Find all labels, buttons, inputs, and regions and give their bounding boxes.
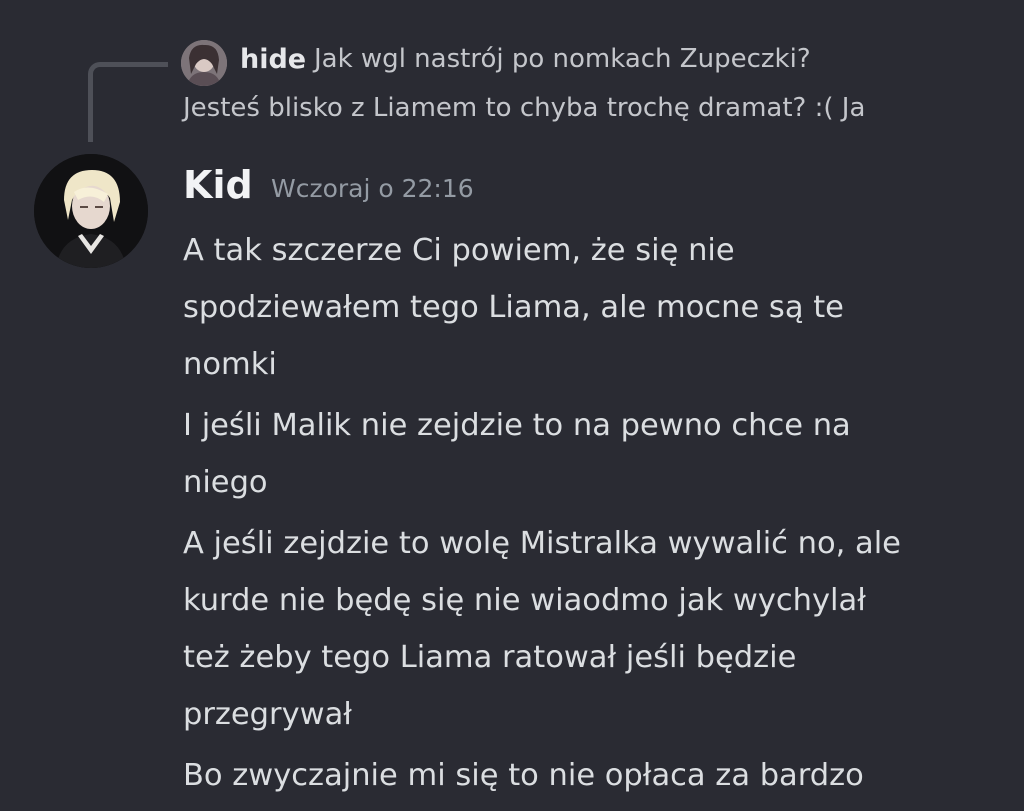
message-author-name[interactable]: Kid <box>183 163 253 207</box>
message-group: A tak szczerze Ci powiem, że się nie spo… <box>183 222 1003 808</box>
reply-avatar[interactable] <box>181 40 227 86</box>
reply-connector-line <box>88 62 168 142</box>
message-line[interactable]: Bo zwyczajnie mi się to nie opłaca za ba… <box>183 747 1003 804</box>
message-line[interactable]: A tak szczerze Ci powiem, że się nie spo… <box>183 222 1003 393</box>
author-avatar[interactable] <box>34 154 148 268</box>
message-timestamp[interactable]: Wczoraj o 22:16 <box>271 174 474 203</box>
user-avatar-icon <box>34 154 148 268</box>
reply-author-name[interactable]: hide <box>240 44 306 75</box>
reply-preview-text-continued[interactable]: Jesteś blisko z Liamem to chyba trochę d… <box>183 93 865 123</box>
reply-preview-text[interactable]: Jak wgl nastrój po nomkach Zupeczki? <box>314 44 811 74</box>
message-line[interactable]: I jeśli Malik nie zejdzie to na pewno ch… <box>183 397 1003 511</box>
user-avatar-icon <box>181 40 227 86</box>
message-line[interactable]: A jeśli zejdzie to wolę Mistralka wywali… <box>183 515 1003 743</box>
